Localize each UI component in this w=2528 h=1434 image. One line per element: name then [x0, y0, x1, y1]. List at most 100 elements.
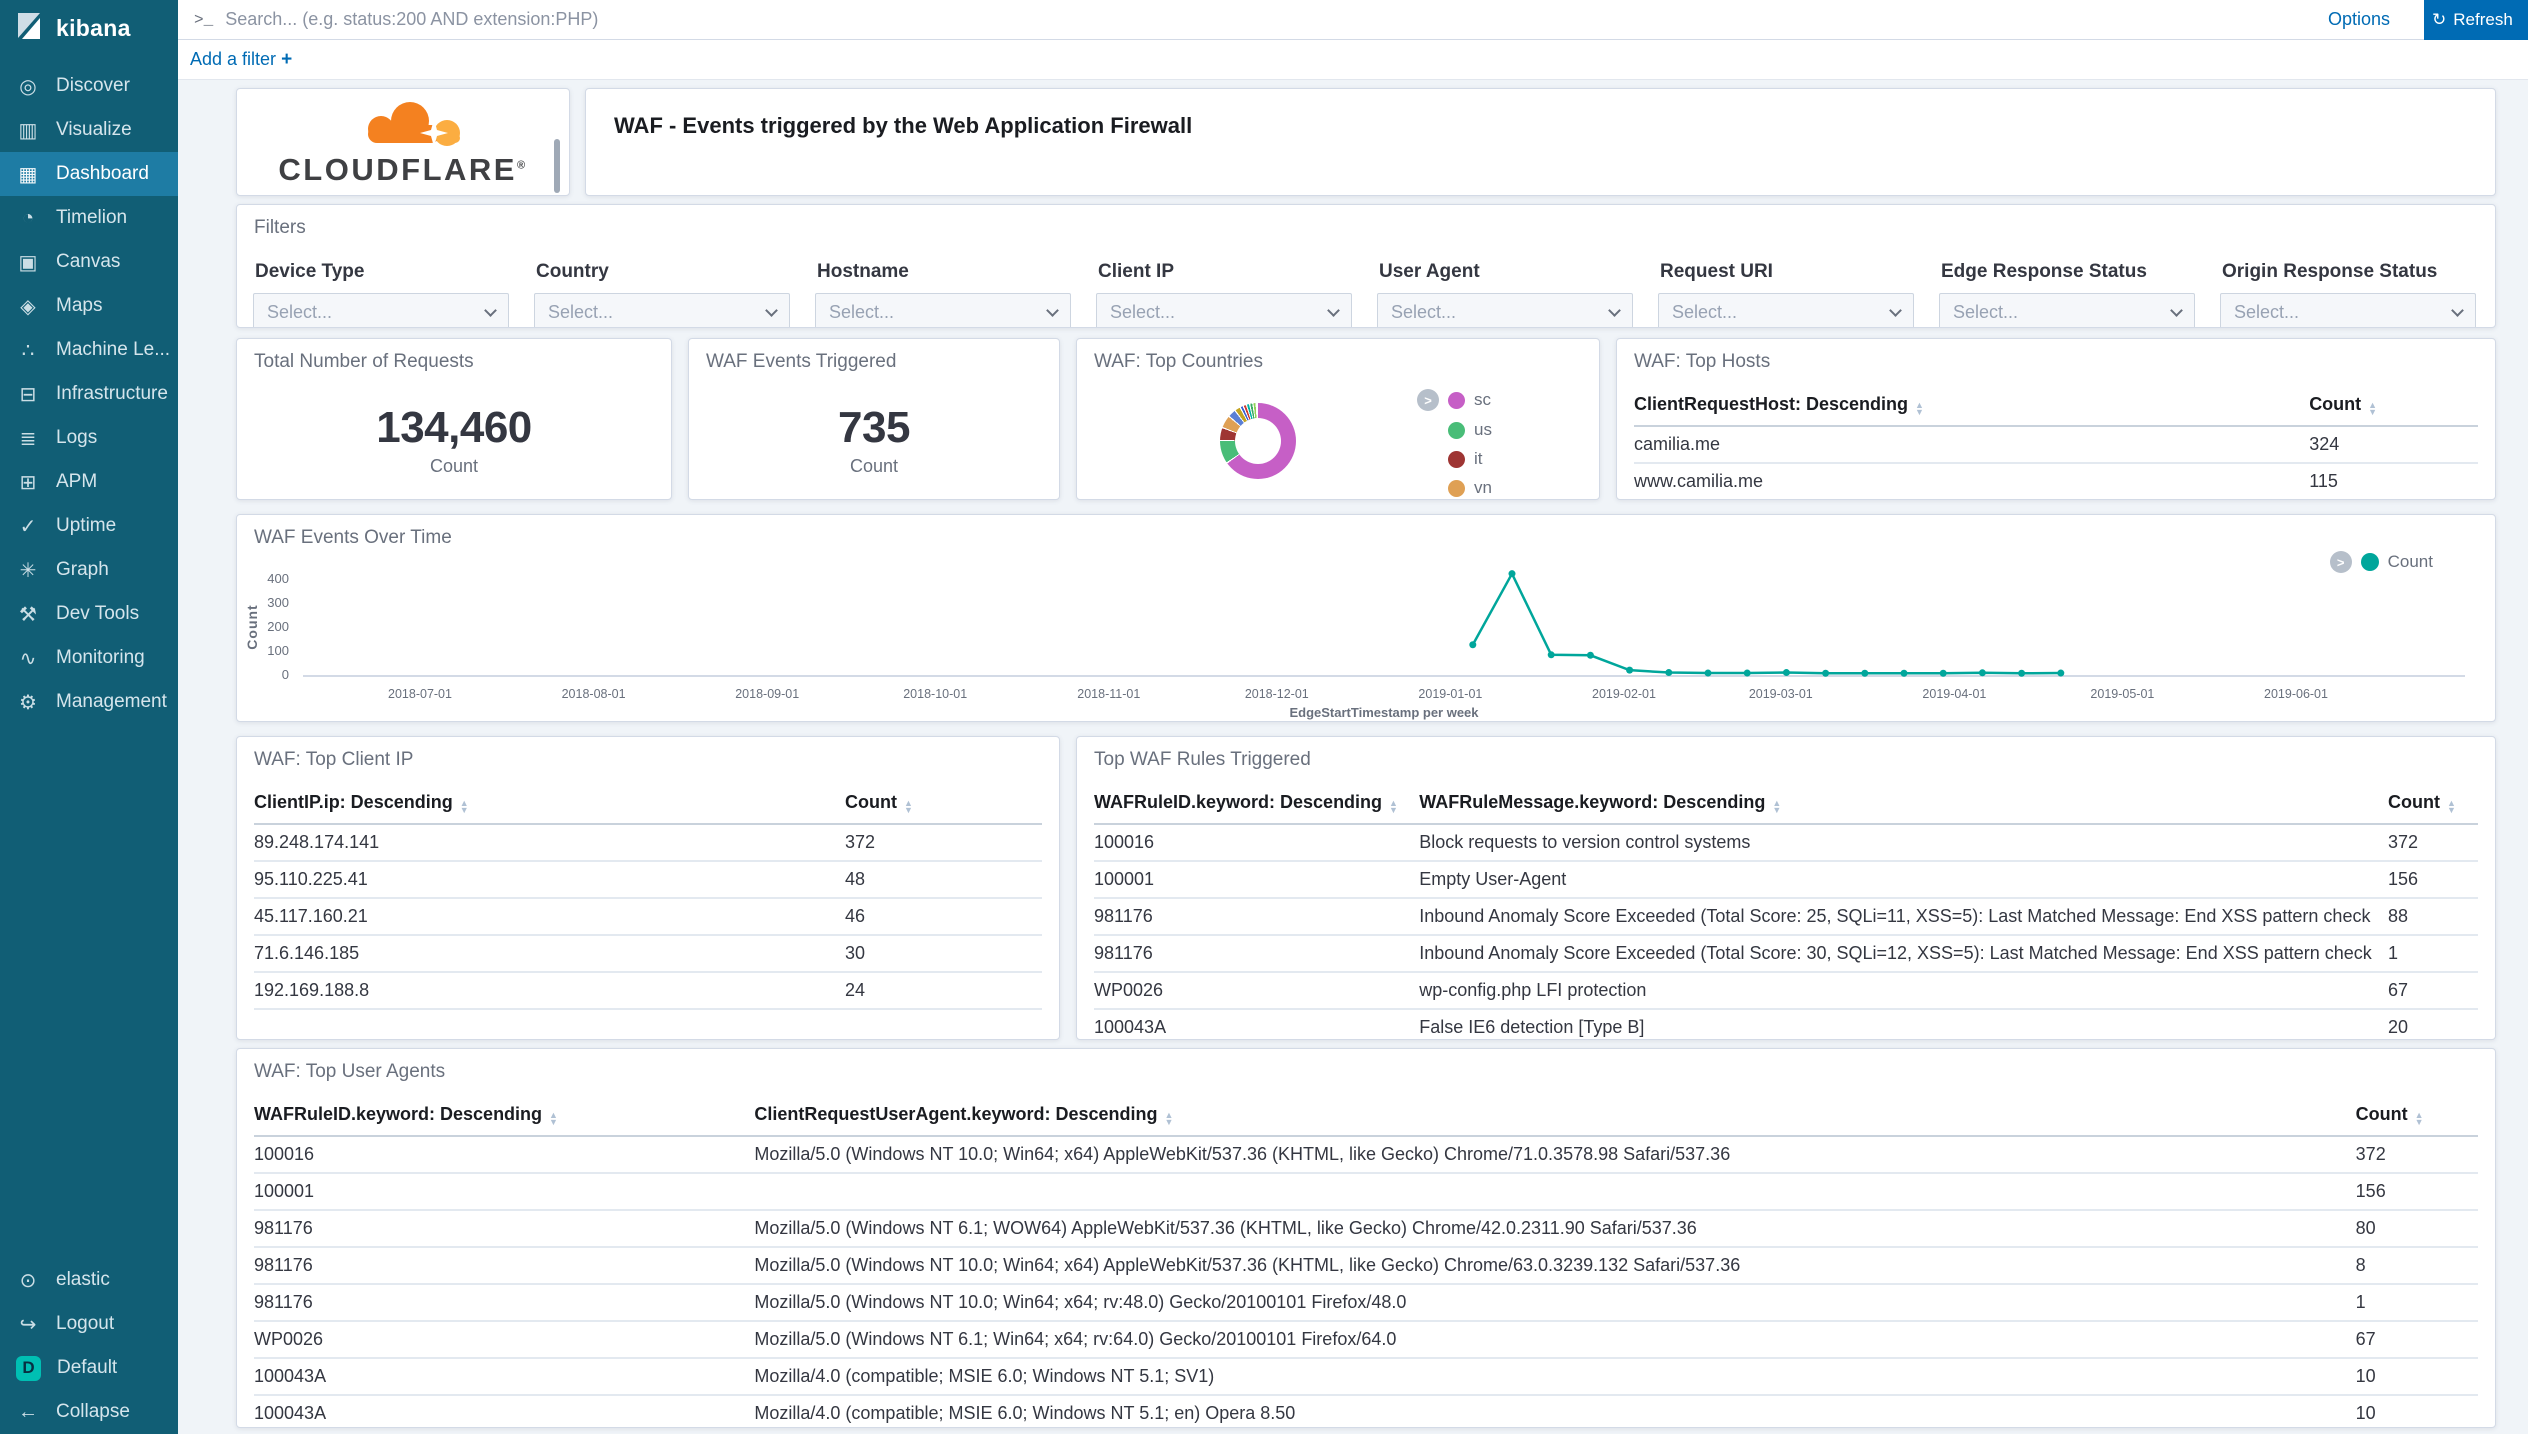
sidebar-item-timelion[interactable]: ◔Timelion [0, 196, 178, 240]
table-row[interactable]: 100001156 [254, 1173, 2478, 1210]
sidebar-item-dev-tools[interactable]: ⚒Dev Tools [0, 592, 178, 636]
table-row[interactable]: 89.248.174.141372 [254, 824, 1042, 861]
table-cell: 372 [845, 824, 1042, 861]
sidebar-item-label: APM [56, 471, 97, 493]
sidebar-item-logout[interactable]: ↪Logout [0, 1302, 178, 1346]
column-header-wafruleid-keyword-descending[interactable]: WAFRuleID.keyword: Descending▲▼ [1094, 779, 1419, 824]
column-header-clientrequestuseragent-keyword-descending[interactable]: ClientRequestUserAgent.keyword: Descendi… [754, 1091, 2355, 1136]
sidebar-item-discover[interactable]: ◎Discover [0, 64, 178, 108]
sidebar-item-maps[interactable]: ◈Maps [0, 284, 178, 328]
filter-group-client-ip: Client IPSelect... [1096, 251, 1352, 328]
table-row[interactable]: 100016Mozilla/5.0 (Windows NT 10.0; Win6… [254, 1136, 2478, 1173]
filter-select-device-type[interactable]: Select... [253, 293, 509, 328]
chevron-down-icon [1046, 304, 1059, 317]
filter-select-origin-response-status[interactable]: Select... [2220, 293, 2476, 328]
table-row[interactable]: 95.110.225.4148 [254, 861, 1042, 898]
sidebar-item-uptime[interactable]: ✓Uptime [0, 504, 178, 548]
filter-select-client-ip[interactable]: Select... [1096, 293, 1352, 328]
column-header-clientip-ip-descending[interactable]: ClientIP.ip: Descending▲▼ [254, 779, 845, 824]
sidebar-item-visualize[interactable]: ▥Visualize [0, 108, 178, 152]
filter-select-hostname[interactable]: Select... [815, 293, 1071, 328]
table-row[interactable]: 100001Empty User-Agent156 [1094, 861, 2478, 898]
table-row[interactable]: 100043AMozilla/4.0 (compatible; MSIE 6.0… [254, 1395, 2478, 1428]
sidebar-item-collapse[interactable]: ←Collapse [0, 1390, 178, 1434]
add-filter-link[interactable]: Add a filter + [190, 49, 292, 71]
column-header-count[interactable]: Count▲▼ [2309, 381, 2478, 426]
select-placeholder: Select... [1953, 302, 2018, 323]
chevron-down-icon [1889, 304, 1902, 317]
top-countries-panel: WAF: Top Countries >scusitvn [1076, 338, 1600, 500]
table-row[interactable]: 981176Inbound Anomaly Score Exceeded (To… [1094, 898, 2478, 935]
chevron-down-icon [1608, 304, 1621, 317]
filter-select-edge-response-status[interactable]: Select... [1939, 293, 2195, 328]
legend-toggle-icon[interactable]: > [1417, 389, 1439, 411]
filter-label: User Agent [1379, 261, 1633, 283]
table-row[interactable]: 981176Inbound Anomaly Score Exceeded (To… [1094, 935, 2478, 972]
sidebar-item-label: Visualize [56, 119, 132, 141]
legend-toggle-icon[interactable]: > [2330, 551, 2352, 573]
table-row[interactable]: www.camilia.me115 [1634, 463, 2478, 500]
legend-series-label[interactable]: Count [2388, 552, 2433, 572]
sidebar-item-machine-le[interactable]: ∴Machine Le... [0, 328, 178, 372]
column-header-wafrulemessage-keyword-descending[interactable]: WAFRuleMessage.keyword: Descending▲▼ [1419, 779, 2388, 824]
table-row[interactable]: 981176Mozilla/5.0 (Windows NT 10.0; Win6… [254, 1247, 2478, 1284]
table-row[interactable]: 192.169.188.824 [254, 972, 1042, 1009]
table-cell: 10 [2356, 1358, 2478, 1395]
table-row[interactable]: 981176Mozilla/5.0 (Windows NT 10.0; Win6… [254, 1284, 2478, 1321]
table-row[interactable]: WP0026wp-config.php LFI protection67 [1094, 972, 2478, 1009]
sidebar-item-infrastructure[interactable]: ⊟Infrastructure [0, 372, 178, 416]
legend-item-us[interactable]: us [1417, 420, 1492, 440]
svg-text:2019-05-01: 2019-05-01 [2090, 687, 2154, 701]
table-row[interactable]: camilia.me324 [1634, 426, 2478, 463]
column-header-count[interactable]: Count▲▼ [2356, 1091, 2478, 1136]
table-row[interactable]: 71.6.146.18530 [254, 935, 1042, 972]
sidebar-item-canvas[interactable]: ▣Canvas [0, 240, 178, 284]
sidebar-item-monitoring[interactable]: ∿Monitoring [0, 636, 178, 680]
column-header-clientrequesthost-descending[interactable]: ClientRequestHost: Descending▲▼ [1634, 381, 2309, 426]
chevron-down-icon [484, 304, 497, 317]
sidebar-item-dashboard[interactable]: ▦Dashboard [0, 152, 178, 196]
table-row[interactable]: 100043AFalse IE6 detection [Type B]20 [1094, 1009, 2478, 1040]
table-header-row: WAFRuleID.keyword: Descending▲▼WAFRuleMe… [1094, 779, 2478, 824]
column-header-count[interactable]: Count▲▼ [2388, 779, 2478, 824]
refresh-icon: ↻ [2432, 10, 2446, 30]
column-header-wafruleid-keyword-descending[interactable]: WAFRuleID.keyword: Descending▲▼ [254, 1091, 754, 1136]
legend-item-sc[interactable]: >sc [1417, 389, 1492, 411]
panel-scrollbar[interactable] [554, 139, 560, 193]
table-row[interactable]: 100043AMozilla/4.0 (compatible; MSIE 6.0… [254, 1358, 2478, 1395]
sidebar-item-graph[interactable]: ✳Graph [0, 548, 178, 592]
legend-item-vn[interactable]: vn [1417, 478, 1492, 498]
table-row[interactable]: 981176Mozilla/5.0 (Windows NT 6.1; WOW64… [254, 1210, 2478, 1247]
legend-item-it[interactable]: it [1417, 449, 1492, 469]
refresh-button[interactable]: ↻ Refresh [2424, 0, 2528, 40]
column-header-count[interactable]: Count▲▼ [845, 779, 1042, 824]
table-row[interactable]: WP0026Mozilla/5.0 (Windows NT 6.1; Win64… [254, 1321, 2478, 1358]
sort-icon: ▲▼ [2368, 402, 2377, 416]
sidebar-item-logs[interactable]: ≣Logs [0, 416, 178, 460]
table-cell: Mozilla/5.0 (Windows NT 10.0; Win64; x64… [754, 1136, 2355, 1173]
table-cell: 372 [2388, 824, 2478, 861]
sidebar-item-elastic[interactable]: ⊙elastic [0, 1258, 178, 1302]
table-cell: Inbound Anomaly Score Exceeded (Total Sc… [1419, 935, 2388, 972]
filter-group-user-agent: User Agent Select... [1377, 251, 1633, 328]
search-input[interactable] [225, 9, 2308, 30]
dashboard-grid-icon: ▦ [15, 162, 41, 187]
sidebar-item-default[interactable]: DDefault [0, 1346, 178, 1390]
panel-title: Top WAF Rules Triggered [1077, 737, 2495, 771]
legend-series-dot[interactable] [2361, 553, 2379, 571]
dashboard-title: WAF - Events triggered by the Web Applic… [586, 89, 2495, 163]
sidebar-item-management[interactable]: ⚙Management [0, 680, 178, 724]
sidebar-item-apm[interactable]: ⊞APM [0, 460, 178, 504]
filter-select-user-agent[interactable]: Select... [1377, 293, 1633, 328]
top-countries-donut-chart[interactable] [1220, 403, 1296, 479]
table-row[interactable]: 100016Block requests to version control … [1094, 824, 2478, 861]
events-over-time-line-chart[interactable]: Count01002003004002018-07-012018-08-0120… [237, 515, 2495, 721]
table-cell: 95.110.225.41 [254, 861, 845, 898]
filter-select-request-uri[interactable]: Select... [1658, 293, 1914, 328]
options-link[interactable]: Options [2328, 9, 2390, 30]
filter-bar: Add a filter + [178, 40, 2528, 80]
table-row[interactable]: 45.117.160.2146 [254, 898, 1042, 935]
kibana-logo[interactable]: kibana [0, 0, 178, 56]
table-cell: 1 [2388, 935, 2478, 972]
filter-select-country[interactable]: Select... [534, 293, 790, 328]
